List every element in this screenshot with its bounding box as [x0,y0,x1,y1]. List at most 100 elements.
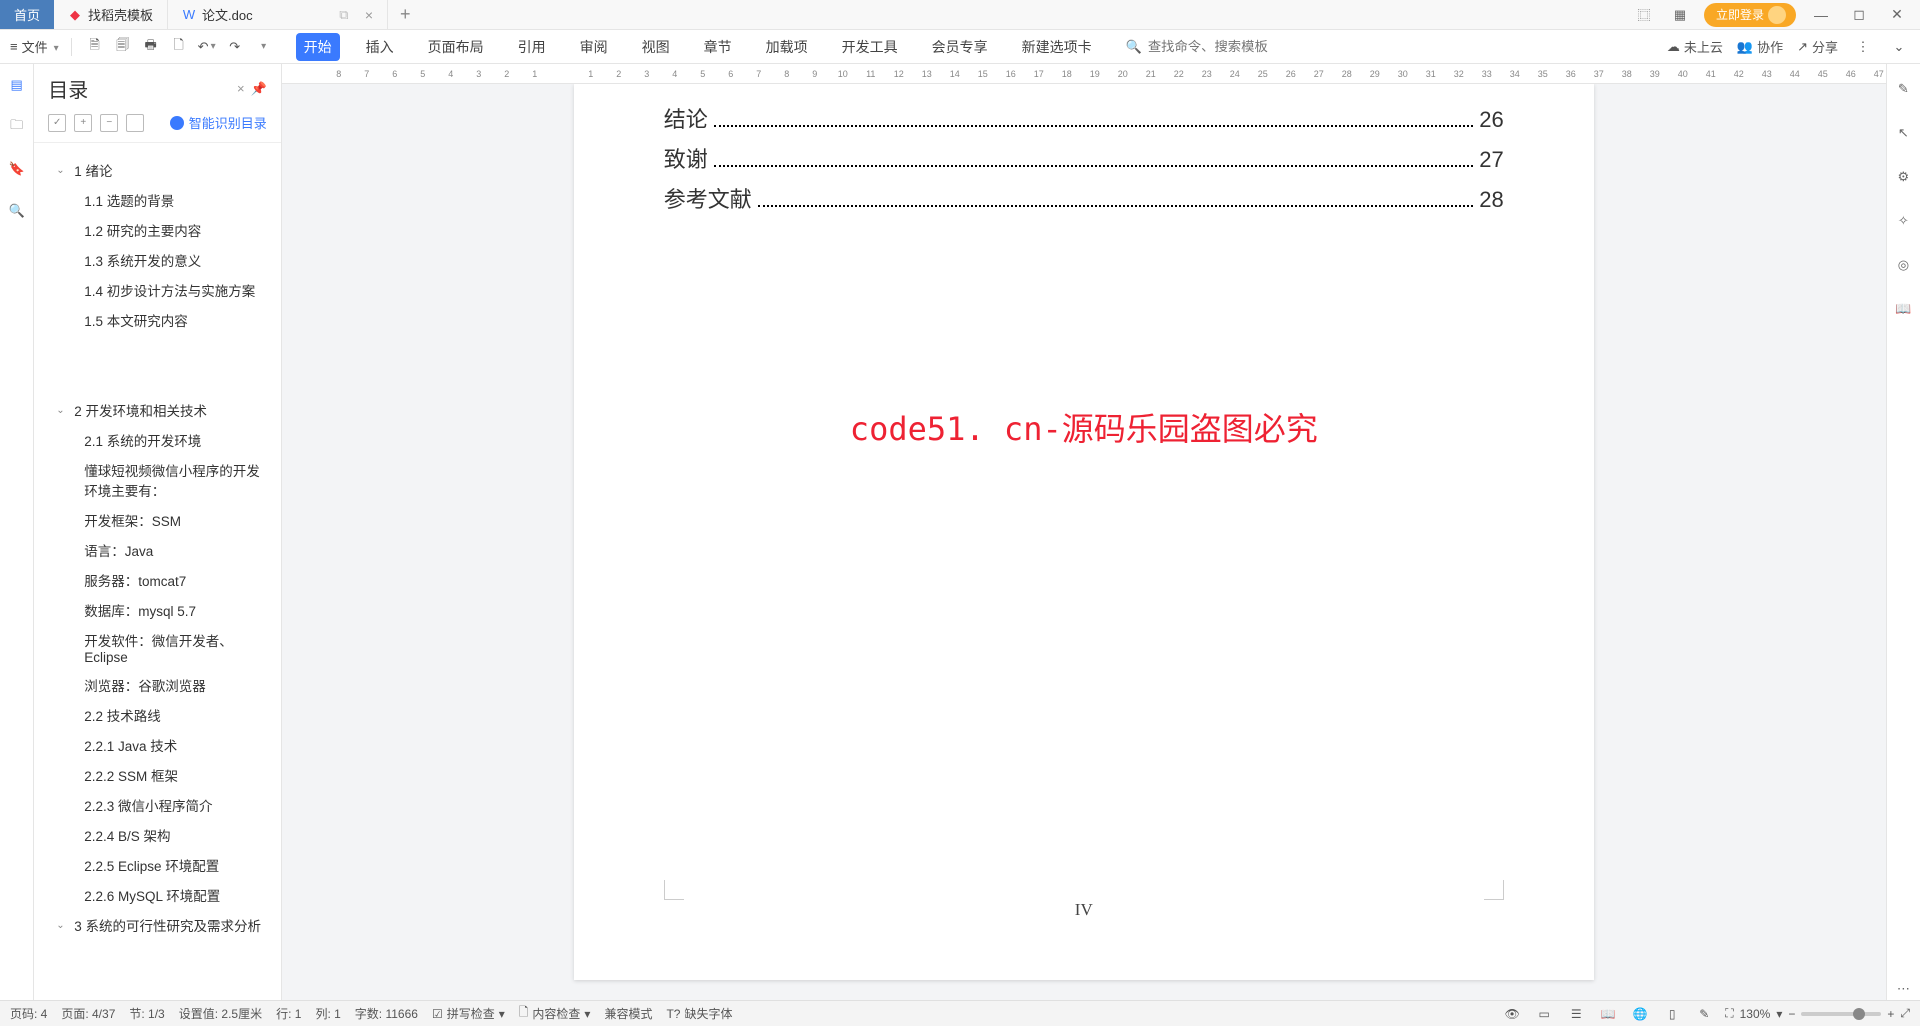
minimize-button[interactable]: — [1808,7,1834,23]
tab-template[interactable]: ◆ 找稻壳模板 [54,0,168,29]
outline-icon[interactable]: ▤ [6,74,28,96]
outline-item[interactable]: 1.1 选题的背景 [46,185,281,215]
command-search[interactable]: 🔍 [1126,39,1298,55]
smart-outline-button[interactable]: 智能识别目录 [170,113,267,132]
outline-item[interactable]: 语言：Java [46,535,281,565]
undo-icon[interactable]: ↶ [196,36,218,58]
collapse-icon[interactable]: ⌄ [1888,36,1910,58]
ribbon-view[interactable]: 视图 [634,33,678,61]
star-icon[interactable]: ✧ [1892,210,1914,232]
sb-spellcheck[interactable]: ☑ 拼写检查 ▾ [432,1005,505,1022]
horizontal-ruler[interactable]: 8765432112345678910111213141516171819202… [282,64,1886,84]
outline-item[interactable]: 2.2.2 SSM 框架 [46,760,281,790]
view-side-icon[interactable]: ▯ [1661,1003,1683,1025]
save-as-icon[interactable]: 🗐 [112,36,134,58]
redo-icon[interactable]: ↷ [224,36,246,58]
outline-item[interactable]: ⌄3 系统的可行性研究及需求分析 [46,910,281,940]
view-eye-icon[interactable]: 👁 [1501,1003,1523,1025]
outline-item[interactable]: 开发框架：SSM [46,505,281,535]
outline-item[interactable]: ⌄1 绪论 [46,155,281,185]
outline-item[interactable]: 服务器：tomcat7 [46,565,281,595]
window-icon[interactable]: ⧉ [337,8,351,22]
zoom-control[interactable]: ⛶ 130%▾ − + ⤢ [1725,1006,1910,1021]
ribbon-member[interactable]: 会员专享 [924,33,996,61]
sb-row[interactable]: 行: 1 [276,1005,301,1022]
panel-close-icon[interactable]: × [237,81,245,96]
outline-item[interactable]: 1.5 本文研究内容 [46,305,281,335]
chevron-down-icon[interactable]: ⌄ [56,920,68,931]
cloud-status[interactable]: ☁未上云 [1667,37,1723,56]
view-read-icon[interactable]: 📖 [1597,1003,1619,1025]
sb-compat[interactable]: 兼容模式 [604,1005,652,1022]
zoom-out-button[interactable]: − [1788,1007,1795,1021]
print-icon[interactable]: 🖶 [140,36,162,58]
sb-setting[interactable]: 设置值: 2.5厘米 [179,1005,262,1022]
toc-entry[interactable]: 结论26 [664,102,1504,134]
more-tool-icon[interactable] [252,36,274,58]
bookmark-icon[interactable]: 🔖 [6,158,28,180]
ribbon-start[interactable]: 开始 [296,33,340,61]
canvas[interactable]: 结论26致谢27参考文献28 code51. cn-源码乐园盗图必究 IV [282,84,1886,1000]
sb-section[interactable]: 节: 1/3 [129,1005,164,1022]
settings-icon[interactable]: ⚙ [1892,166,1914,188]
tab-document[interactable]: W 论文.doc ⧉ × [168,0,388,29]
minus-icon[interactable]: − [100,114,118,132]
grid-icon[interactable]: ▦ [1668,3,1692,27]
plus-icon[interactable]: + [74,114,92,132]
check-icon[interactable]: ✓ [48,114,66,132]
outline-item[interactable]: 2.2 技术路线 [46,700,281,730]
fullscreen-icon[interactable]: ⤢ [1900,1006,1910,1021]
zoom-slider[interactable] [1801,1012,1881,1016]
sb-missing-font[interactable]: T? 缺失字体 [666,1005,732,1022]
close-icon[interactable]: × [365,7,373,23]
outline-tree[interactable]: ⌄1 绪论1.1 选题的背景1.2 研究的主要内容1.3 系统开发的意义1.4 … [34,143,281,1000]
collab-button[interactable]: 👥协作 [1737,37,1783,56]
ribbon-newtab[interactable]: 新建选项卡 [1014,33,1100,61]
outline-item[interactable]: 1.3 系统开发的意义 [46,245,281,275]
preview-icon[interactable]: 🗋 [168,36,190,58]
view-pencil-icon[interactable]: ✎ [1693,1003,1715,1025]
ribbon-insert[interactable]: 插入 [358,33,402,61]
toc-entry[interactable]: 致谢27 [664,142,1504,174]
folder-icon[interactable]: 🗀 [6,116,28,138]
edit-icon[interactable]: ✎ [1892,78,1914,100]
sb-content-check[interactable]: 🗋 内容检查 ▾ [519,1003,591,1024]
outline-item[interactable]: 浏览器：谷歌浏览器 [46,670,281,700]
outline-item[interactable]: ⌄2 开发环境和相关技术 [46,395,281,425]
sb-words[interactable]: 字数: 11666 [355,1005,418,1022]
login-button[interactable]: 立即登录 [1704,3,1796,27]
fit-icon[interactable]: ⛶ [1725,1006,1733,1021]
chevron-down-icon[interactable]: ⌄ [56,165,68,176]
tab-home[interactable]: 首页 [0,0,54,29]
outline-item[interactable]: 2.2.5 Eclipse 环境配置 [46,850,281,880]
ribbon-layout[interactable]: 页面布局 [420,33,492,61]
layout-icon[interactable]: ⿴ [1632,3,1656,27]
ribbon-review[interactable]: 审阅 [572,33,616,61]
outline-item[interactable]: 数据库：mysql 5.7 [46,595,281,625]
share-button[interactable]: ↗分享 [1797,37,1838,56]
outline-item[interactable]: 懂球短视频微信小程序的开发环境主要有： [46,455,281,505]
toc-entry[interactable]: 参考文献28 [664,182,1504,214]
view-web-icon[interactable]: 🌐 [1629,1003,1651,1025]
more-dots-icon[interactable]: ⋯ [1892,978,1914,1000]
chevron-down-icon[interactable]: ⌄ [56,405,68,416]
save-icon[interactable]: 🗎 [84,36,106,58]
outline-item[interactable]: 2.2.3 微信小程序简介 [46,790,281,820]
search-input[interactable] [1148,39,1298,54]
box-icon[interactable] [126,114,144,132]
outline-item[interactable]: 2.2.6 MySQL 环境配置 [46,880,281,910]
outline-item[interactable]: 1.2 研究的主要内容 [46,215,281,245]
ribbon-dev[interactable]: 开发工具 [834,33,906,61]
close-button[interactable]: ✕ [1884,6,1910,23]
new-tab-button[interactable]: + [388,0,423,29]
sb-page-code[interactable]: 页码: 4 [10,1005,47,1022]
outline-item[interactable]: 2.2.1 Java 技术 [46,730,281,760]
search-rail-icon[interactable]: 🔍 [6,200,28,222]
book-icon[interactable]: 📖 [1892,298,1914,320]
outline-item[interactable]: 2.2.4 B/S 架构 [46,820,281,850]
sb-pages[interactable]: 页面: 4/37 [61,1005,115,1022]
outline-item[interactable]: 开发软件：微信开发者、Eclipse [46,625,281,670]
outline-item[interactable]: 2.1 系统的开发环境 [46,425,281,455]
ribbon-addon[interactable]: 加载项 [758,33,816,61]
ribbon-reference[interactable]: 引用 [510,33,554,61]
